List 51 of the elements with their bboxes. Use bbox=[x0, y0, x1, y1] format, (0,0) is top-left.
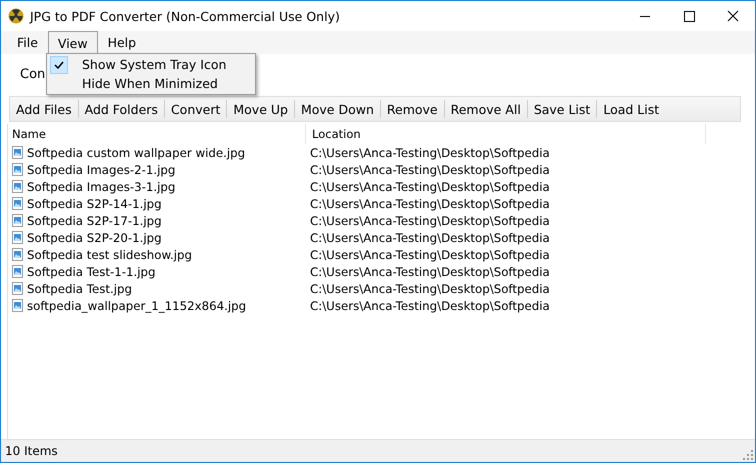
menu-option[interactable]: Show System Tray Icon bbox=[49, 55, 253, 74]
image-file-icon bbox=[12, 282, 23, 295]
toolbar-button[interactable]: Add Files bbox=[10, 100, 79, 118]
file-name: Softpedia custom wallpaper wide.jpg bbox=[27, 146, 246, 160]
column-header[interactable]: Name bbox=[8, 124, 306, 144]
image-file-icon bbox=[12, 180, 23, 193]
file-name: Softpedia Images-3-1.jpg bbox=[27, 180, 176, 194]
location-cell-text: C:\Users\Anca-Testing\Desktop\Softpedia bbox=[309, 146, 551, 160]
image-file-icon bbox=[12, 248, 23, 261]
toolbar-button[interactable]: Move Up bbox=[227, 100, 295, 118]
window-title: JPG to PDF Converter (Non-Commercial Use Only) bbox=[30, 8, 341, 24]
location-cell-text: C:\Users\Anca-Testing\Desktop\Softpedia bbox=[309, 248, 551, 262]
file-name: Softpedia test slideshow.jpg bbox=[27, 248, 192, 262]
menu-item[interactable]: File bbox=[7, 31, 48, 54]
status-text: 10 Items bbox=[5, 444, 59, 458]
file-name: Softpedia Test.jpg bbox=[27, 282, 132, 296]
location-cell-text: C:\Users\Anca-Testing\Desktop\Softpedia bbox=[309, 298, 551, 312]
location-cell-text: C:\Users\Anca-Testing\Desktop\Softpedia bbox=[309, 230, 551, 244]
toolbar-button[interactable]: Load List bbox=[597, 100, 666, 118]
app-icon bbox=[8, 8, 24, 24]
file-name: Softpedia S2P-20-1.jpg bbox=[27, 230, 162, 244]
toolbar-button[interactable]: Convert bbox=[164, 100, 228, 118]
toolbar-button[interactable]: Remove bbox=[380, 100, 445, 118]
tab[interactable]: Con bbox=[20, 66, 46, 82]
location-cell-text: C:\Users\Anca-Testing\Desktop\Softpedia bbox=[309, 196, 551, 210]
menu-option[interactable]: Hide When Minimized bbox=[49, 74, 253, 93]
image-file-icon bbox=[12, 214, 23, 227]
location-cell-text: C:\Users\Anca-Testing\Desktop\Softpedia bbox=[309, 180, 551, 194]
file-name: Softpedia S2P-14-1.jpg bbox=[27, 196, 162, 210]
column-header[interactable]: Location bbox=[306, 124, 706, 144]
menu-item[interactable]: Help bbox=[98, 31, 146, 54]
toolbar-button[interactable]: Add Folders bbox=[78, 100, 165, 118]
location-cell-text: C:\Users\Anca-Testing\Desktop\Softpedia bbox=[309, 214, 551, 228]
location-cell-text: C:\Users\Anca-Testing\Desktop\Softpedia bbox=[309, 264, 551, 278]
image-file-icon bbox=[12, 197, 23, 210]
location-cell-text: C:\Users\Anca-Testing\Desktop\Softpedia bbox=[309, 162, 551, 176]
file-name: Softpedia Images-2-1.jpg bbox=[27, 162, 176, 176]
resize-grip-icon[interactable] bbox=[743, 450, 753, 460]
toolbar-button[interactable]: Remove All bbox=[444, 100, 528, 118]
image-file-icon bbox=[12, 265, 23, 278]
file-name: Softpedia S2P-17-1.jpg bbox=[27, 214, 162, 228]
image-file-icon bbox=[12, 163, 23, 176]
file-name: Softpedia Test-1-1.jpg bbox=[27, 264, 156, 278]
menu-item[interactable]: View bbox=[48, 31, 98, 54]
toolbar-button[interactable]: Move Down bbox=[294, 100, 381, 118]
toolbar-button[interactable]: Save List bbox=[528, 100, 598, 118]
image-file-icon bbox=[12, 231, 23, 244]
location-cell-text: C:\Users\Anca-Testing\Desktop\Softpedia bbox=[309, 282, 551, 296]
image-file-icon bbox=[12, 299, 23, 312]
file-name: softpedia_wallpaper_1_1152x864.jpg bbox=[27, 298, 246, 312]
image-file-icon bbox=[12, 146, 23, 159]
